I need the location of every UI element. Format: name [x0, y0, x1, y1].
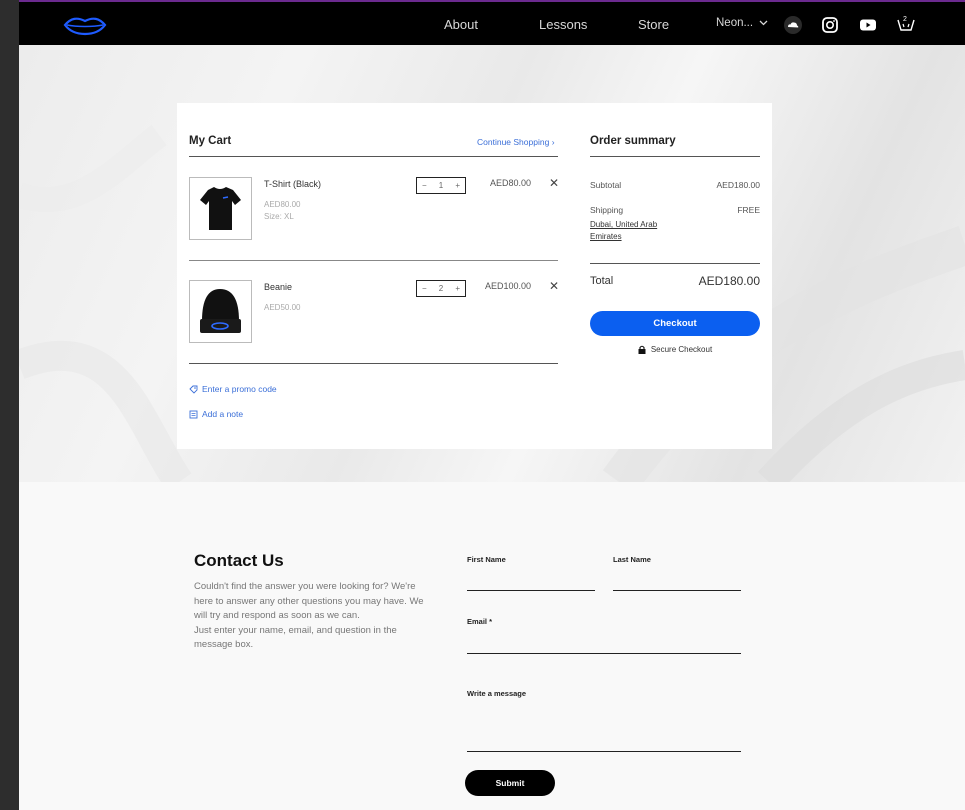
contact-title: Contact Us	[194, 551, 284, 570]
site-header: About Lessons Store Neon... 2	[19, 0, 965, 45]
contact-description: Couldn't find the answer you were lookin…	[194, 580, 429, 653]
total-label: Total	[590, 275, 614, 287]
total-value: AED180.00	[698, 274, 760, 288]
secure-checkout-note: Secure Checkout	[590, 345, 760, 354]
increment-button[interactable]: +	[455, 181, 460, 190]
promo-code-label: Enter a promo code	[202, 384, 277, 394]
cart-divider	[189, 156, 558, 157]
shipping-label: Shipping	[590, 205, 624, 215]
last-name-label: Last Name	[613, 555, 651, 564]
chevron-right-icon: ›	[551, 137, 555, 147]
continue-shopping-link[interactable]: Continue Shopping ›	[477, 137, 555, 147]
nav-lessons[interactable]: Lessons	[539, 17, 587, 32]
tag-icon	[189, 385, 198, 394]
lock-icon	[638, 345, 646, 354]
remove-item-close-icon[interactable]: ✕	[549, 279, 559, 293]
nav-more-label: Neon...	[716, 17, 754, 29]
contact-section: Contact Us Couldn't find the answer you …	[19, 482, 965, 810]
quantity-value[interactable]: 2	[439, 284, 443, 293]
youtube-icon[interactable]	[859, 16, 877, 34]
increment-button[interactable]: +	[455, 284, 460, 293]
item-option: Size: XL	[264, 212, 294, 221]
total-divider	[590, 263, 760, 264]
subtotal-label: Subtotal	[590, 180, 622, 190]
quantity-stepper: − 1 +	[416, 177, 466, 194]
cart-count-badge: 2	[903, 16, 907, 23]
email-label: Email *	[467, 617, 493, 626]
item-unit-price: AED50.00	[264, 303, 301, 312]
message-field[interactable]	[467, 751, 741, 752]
shipping-location-link[interactable]: Dubai, United Arab Emirates	[590, 219, 680, 243]
first-name-label: First Name	[467, 555, 506, 564]
chevron-down-icon	[759, 20, 768, 26]
instagram-icon[interactable]	[821, 16, 839, 34]
nav-about[interactable]: About	[444, 17, 478, 32]
nav-store[interactable]: Store	[638, 17, 669, 32]
first-name-field[interactable]	[467, 590, 595, 591]
tshirt-image[interactable]	[189, 177, 252, 240]
secure-checkout-label: Secure Checkout	[650, 345, 713, 354]
checkout-button[interactable]: Checkout	[590, 311, 760, 336]
email-field[interactable]	[467, 653, 741, 654]
summary-divider	[590, 156, 760, 157]
item-name[interactable]: T-Shirt (Black)	[264, 179, 321, 189]
lips-logo-icon[interactable]	[63, 14, 107, 36]
subtotal-value: AED180.00	[716, 180, 760, 190]
tshirt-icon	[200, 187, 241, 230]
item-total-price: AED100.00	[484, 281, 531, 291]
beanie-icon	[200, 289, 241, 333]
promo-code-link[interactable]: Enter a promo code	[189, 384, 277, 394]
last-name-field[interactable]	[613, 590, 741, 591]
left-dark-strip	[0, 0, 19, 810]
nav-more-dropdown[interactable]: Neon...	[716, 17, 768, 29]
cart-bottom-divider	[189, 363, 558, 364]
beanie-image[interactable]	[189, 280, 252, 343]
page-viewport: About Lessons Store Neon... 2 My Cart Co…	[19, 0, 965, 810]
remove-item-close-icon[interactable]: ✕	[549, 176, 559, 190]
decrement-button[interactable]: −	[422, 181, 427, 190]
contact-description-p2: Just enter your name, email, and questio…	[194, 624, 397, 651]
item-unit-price: AED80.00	[264, 200, 301, 209]
soundcloud-icon[interactable]	[784, 16, 802, 34]
shipping-value: FREE	[737, 205, 760, 215]
continue-shopping-label: Continue Shopping	[477, 137, 550, 147]
add-note-link[interactable]: Add a note	[189, 409, 243, 419]
add-note-label: Add a note	[202, 409, 244, 419]
decrement-button[interactable]: −	[422, 284, 427, 293]
quantity-stepper: − 2 +	[416, 280, 466, 297]
submit-button[interactable]: Submit	[465, 770, 555, 796]
item-total-price: AED80.00	[489, 178, 531, 188]
order-summary-title: Order summary	[590, 135, 676, 147]
item-divider	[189, 260, 558, 261]
cart-icon[interactable]: 2	[896, 16, 916, 34]
item-name[interactable]: Beanie	[264, 282, 292, 292]
note-icon	[189, 410, 198, 418]
message-label: Write a message	[467, 689, 527, 698]
quantity-value[interactable]: 1	[439, 181, 443, 190]
contact-description-p1: Couldn't find the answer you were lookin…	[194, 581, 424, 621]
cart-title: My Cart	[189, 135, 232, 147]
cart-panel: My Cart Continue Shopping › T-Shirt (Bla…	[177, 103, 772, 449]
